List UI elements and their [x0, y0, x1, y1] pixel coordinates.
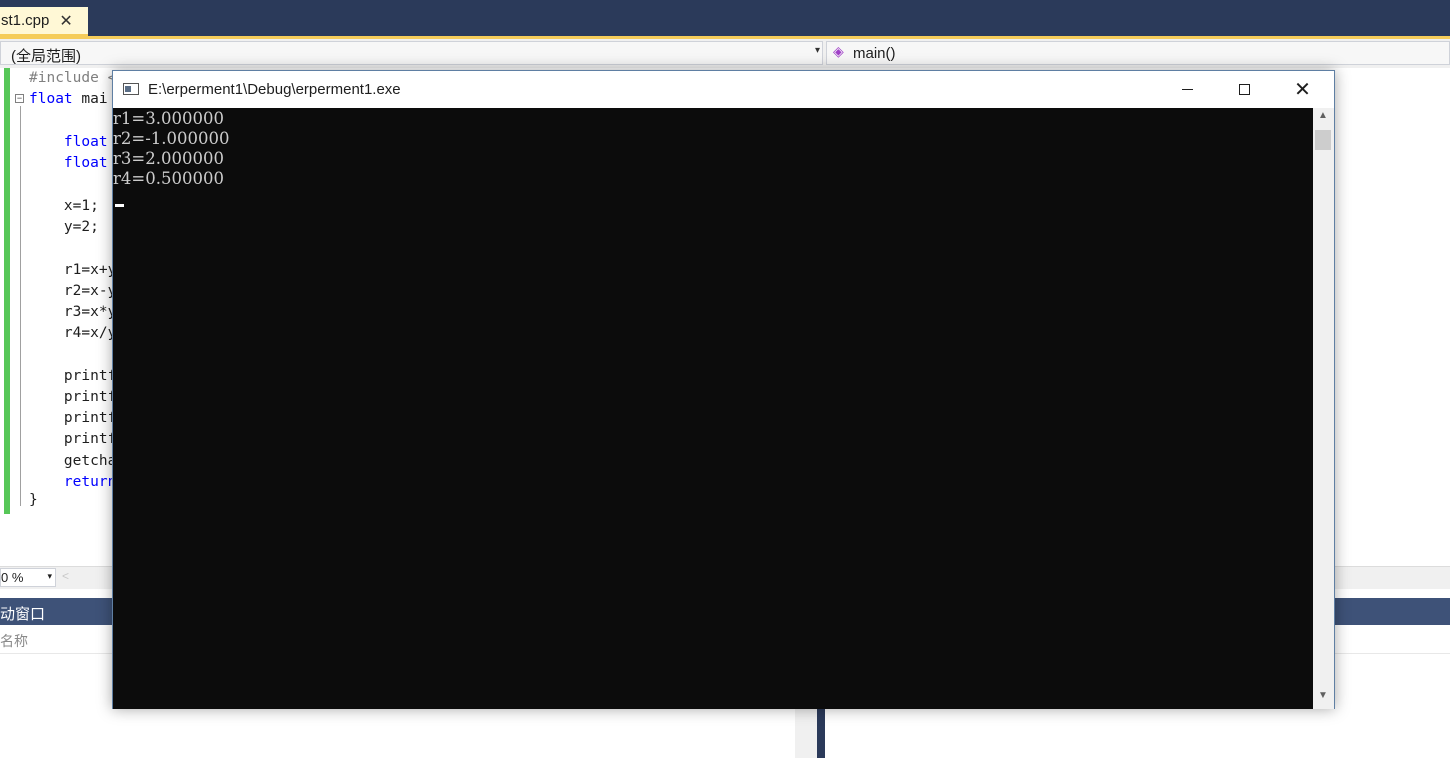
vertical-scrollbar[interactable]: ▲ ▼ — [1313, 108, 1334, 709]
code-line: y=2; — [29, 219, 99, 235]
text-cursor — [115, 204, 124, 207]
close-icon[interactable]: ✕ — [59, 11, 72, 31]
maximize-icon — [1239, 84, 1250, 95]
code-line: printf — [29, 389, 117, 405]
code-line: printf — [29, 431, 117, 447]
code-text: mai — [72, 91, 108, 107]
console-app-icon — [123, 83, 139, 95]
output-line: r3=2.000000 — [113, 149, 224, 168]
console-window[interactable]: E:\erperment1\Debug\erperment1.exe ✕ r1=… — [112, 70, 1335, 709]
editor-gutter — [0, 68, 11, 514]
code-line: getcha — [29, 453, 117, 469]
code-line: float mai — [29, 91, 108, 107]
minimize-button[interactable] — [1159, 71, 1216, 108]
output-line: r4=0.500000 — [113, 169, 224, 188]
panel-title: 动窗口 — [0, 606, 46, 623]
close-button[interactable]: ✕ — [1274, 71, 1331, 108]
chevron-down-icon[interactable]: ▾ — [47, 571, 52, 582]
code-line: r4=x/y — [29, 325, 117, 341]
collapse-icon[interactable]: − — [15, 94, 24, 103]
column-header-name[interactable]: 名称 — [0, 631, 28, 651]
code-line: float — [29, 155, 108, 171]
minimize-icon — [1182, 89, 1193, 90]
chevron-down-icon[interactable]: ▾ — [815, 45, 820, 56]
code-keyword: float — [29, 91, 73, 107]
console-titlebar[interactable]: E:\erperment1\Debug\erperment1.exe ✕ — [113, 71, 1334, 108]
zoom-dropdown[interactable]: 0 % ▾ — [0, 568, 56, 587]
code-line: float — [29, 134, 108, 150]
console-output[interactable]: r1=3.000000 r2=-1.000000 r3=2.000000 r4=… — [113, 108, 1313, 709]
zoom-value: 0 % — [1, 570, 24, 585]
code-line: } — [29, 492, 38, 508]
code-line: r2=x-y — [29, 283, 117, 299]
scope-value: (全局范围) — [11, 48, 81, 65]
scroll-down-icon[interactable]: ▼ — [1318, 690, 1328, 701]
member-dropdown[interactable]: ◈ main() — [826, 41, 1450, 65]
scroll-left-icon[interactable]: < — [62, 569, 69, 583]
console-title: E:\erperment1\Debug\erperment1.exe — [148, 81, 401, 98]
code-line: return — [29, 474, 117, 490]
member-value: main() — [853, 45, 896, 62]
panel-splitter[interactable] — [795, 708, 817, 758]
scroll-thumb[interactable] — [1315, 130, 1331, 150]
function-icon: ◈ — [833, 43, 844, 59]
output-line: r2=-1.000000 — [113, 129, 230, 148]
tab-label: st1.cpp — [1, 12, 50, 29]
scope-dropdown[interactable]: (全局范围) ▾ — [0, 41, 823, 65]
code-line: x=1; — [29, 198, 99, 214]
close-icon: ✕ — [1294, 79, 1311, 101]
panel-divider — [817, 708, 825, 758]
code-line: r3=x*y — [29, 304, 117, 320]
ide-titlebar: st1.cpp ✕ — [0, 0, 1450, 36]
code-line: printf — [29, 368, 117, 384]
maximize-button[interactable] — [1216, 71, 1273, 108]
output-line: r1=3.000000 — [113, 109, 224, 128]
change-indicator-bar — [4, 68, 10, 514]
navigation-bar: (全局范围) ▾ ◈ main() — [0, 39, 1450, 69]
scroll-up-icon[interactable]: ▲ — [1318, 110, 1328, 121]
code-line: r1=x+y — [29, 262, 117, 278]
code-line: printf — [29, 410, 117, 426]
tab-source-file[interactable]: st1.cpp ✕ — [0, 7, 88, 36]
fold-guide — [20, 106, 21, 506]
code-line: #include < — [29, 70, 117, 86]
